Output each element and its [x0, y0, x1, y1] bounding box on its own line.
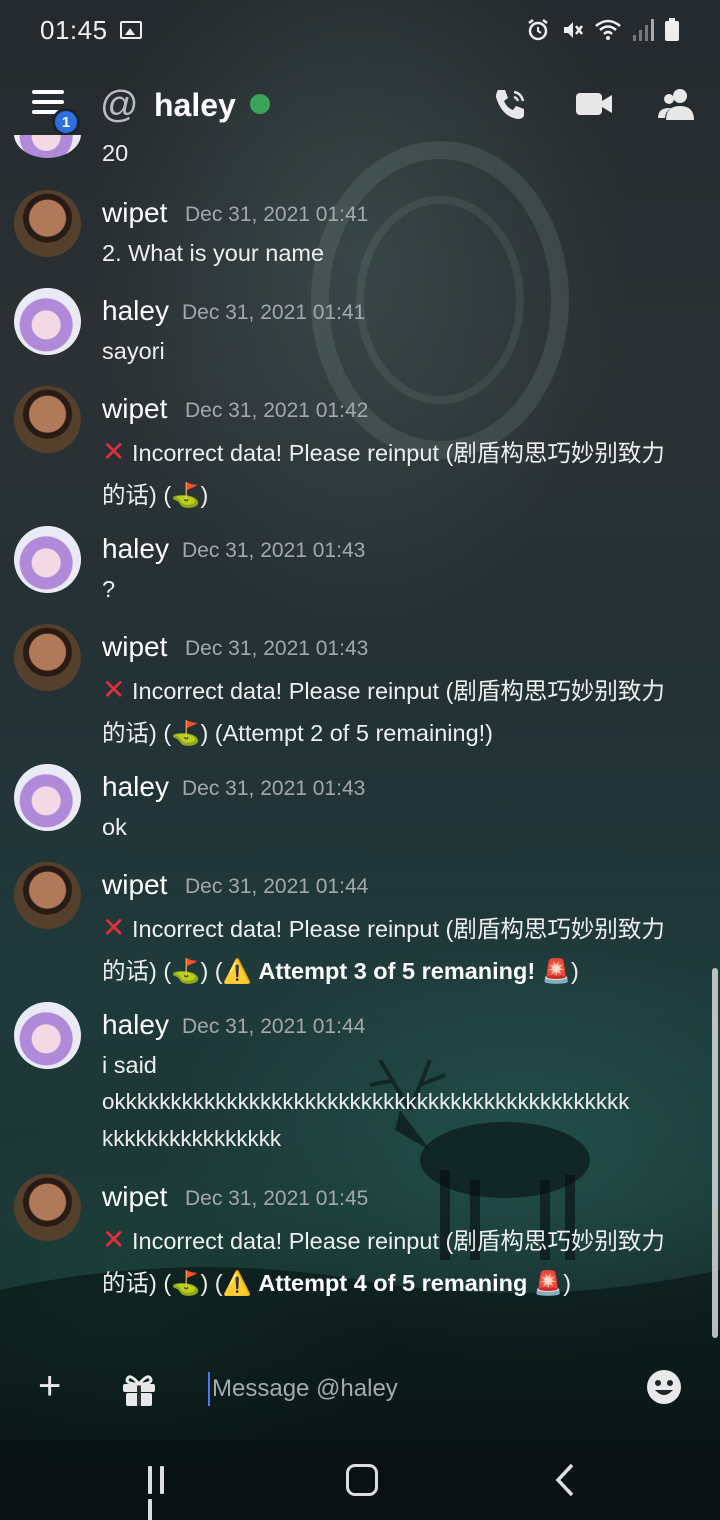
message-timestamp: Dec 31, 2021 01:41	[185, 203, 369, 226]
message-timestamp: Dec 31, 2021 01:44	[182, 1015, 366, 1038]
message-timestamp: Dec 31, 2021 01:43	[182, 539, 366, 562]
message-text: okkkkkkkkkkkkkkkkkkkkkkkkkkkkkkkkkkkkkkk…	[102, 1089, 630, 1114]
message-text: )	[571, 958, 579, 984]
message-author[interactable]: wipet	[102, 869, 167, 901]
message-text: 2. What is your name	[102, 240, 325, 266]
avatar[interactable]	[14, 862, 81, 929]
notification-badge: 1	[52, 108, 80, 136]
avatar[interactable]	[14, 190, 81, 257]
cross-mark-icon: ✕	[102, 912, 126, 943]
avatar[interactable]	[14, 288, 81, 355]
message-input[interactable]	[208, 1372, 608, 1406]
message-timestamp: Dec 31, 2021 01:42	[185, 399, 369, 422]
message-author[interactable]: haley	[102, 295, 169, 327]
cross-mark-icon: ✕	[102, 1224, 126, 1255]
attempt-warning: ⚠️ Attempt 4 of 5 remaning 🚨	[222, 1270, 564, 1296]
message-text: 的话) (⛳) (	[102, 1270, 223, 1296]
message-text: ok	[102, 814, 127, 840]
message-author[interactable]: haley	[102, 1009, 169, 1041]
avatar[interactable]	[14, 624, 81, 691]
message-text: 的话) (⛳)	[102, 482, 209, 508]
back-icon[interactable]	[552, 1462, 578, 1498]
message-author[interactable]: wipet	[102, 393, 167, 425]
avatar[interactable]	[14, 386, 81, 453]
message-text: Incorrect data! Please reinput (剧盾构思巧妙别致…	[132, 1228, 665, 1254]
message-text: i said	[102, 1052, 157, 1078]
scrollbar[interactable]	[712, 968, 718, 1338]
home-icon[interactable]	[346, 1464, 378, 1496]
attempt-warning: ⚠️ Attempt 3 of 5 remaning! 🚨	[222, 958, 572, 984]
message-composer: +	[0, 1352, 720, 1432]
message-text: Incorrect data! Please reinput (剧盾构思巧妙别致…	[132, 916, 665, 942]
message-text: kkkkkkkkkkkkkkkk	[102, 1126, 282, 1151]
wifi-icon	[595, 19, 621, 40]
message-timestamp: Dec 31, 2021 01:43	[185, 637, 369, 660]
avatar[interactable]	[14, 1002, 81, 1069]
message-text: 20	[102, 140, 129, 166]
image-notification-icon	[119, 21, 142, 39]
voice-call-icon[interactable]	[490, 84, 530, 124]
recent-apps-icon[interactable]	[148, 1466, 180, 1520]
members-icon[interactable]	[656, 84, 696, 124]
dm-header: 1 @ haley	[0, 70, 720, 142]
message-timestamp: Dec 31, 2021 01:43	[182, 777, 366, 800]
cross-mark-icon: ✕	[102, 674, 126, 705]
online-status-dot	[250, 94, 270, 114]
message-author[interactable]: wipet	[102, 1181, 167, 1213]
alarm-icon	[528, 19, 548, 41]
message-text: ?	[102, 576, 116, 602]
signal-icon	[633, 19, 654, 41]
message-text: Incorrect data! Please reinput (剧盾构思巧妙别致…	[132, 678, 665, 704]
system-navigation-bar	[0, 1440, 720, 1520]
message-timestamp: Dec 31, 2021 01:41	[182, 301, 366, 324]
message-text: 的话) (⛳) (Attempt 2 of 5 remaining!)	[102, 720, 493, 746]
add-attachment-icon[interactable]: +	[38, 1366, 61, 1406]
status-bar: 01:45	[0, 0, 720, 60]
avatar[interactable]	[14, 764, 81, 831]
message-timestamp: Dec 31, 2021 01:45	[185, 1187, 369, 1210]
message-author[interactable]: wipet	[102, 631, 167, 663]
video-call-icon[interactable]	[574, 84, 614, 124]
gift-icon[interactable]	[120, 1370, 158, 1408]
message-timestamp: Dec 31, 2021 01:44	[185, 875, 369, 898]
message-author[interactable]: haley	[102, 771, 169, 803]
message-author[interactable]: haley	[102, 533, 169, 565]
channel-title[interactable]: haley	[154, 86, 236, 124]
message-text: 的话) (⛳) (	[102, 958, 223, 984]
cross-mark-icon: ✕	[102, 436, 126, 467]
message-text: Incorrect data! Please reinput (剧盾构思巧妙别致…	[132, 440, 665, 466]
avatar[interactable]	[14, 1174, 81, 1241]
battery-icon	[665, 18, 679, 41]
emoji-icon[interactable]	[645, 1368, 683, 1406]
message-author[interactable]: wipet	[102, 197, 167, 229]
at-icon: @	[100, 84, 139, 126]
mute-icon	[564, 22, 583, 38]
avatar[interactable]	[14, 526, 81, 593]
clock: 01:45	[40, 14, 108, 45]
message-text: )	[563, 1270, 572, 1296]
message-text: sayori	[102, 338, 165, 364]
